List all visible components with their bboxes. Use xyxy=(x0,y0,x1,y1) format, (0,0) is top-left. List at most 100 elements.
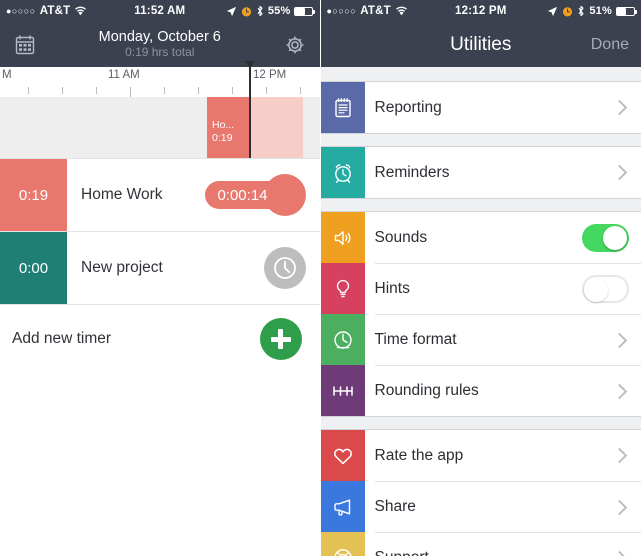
timer-total-badge: 0:00 xyxy=(0,232,67,304)
timeline-label: 11 AM xyxy=(108,69,140,81)
gear-icon[interactable] xyxy=(280,30,310,60)
timer-row-body: New project xyxy=(67,232,320,304)
done-button[interactable]: Done xyxy=(591,36,629,54)
sidebar-item-rate-the-app[interactable]: Rate the app xyxy=(320,430,641,481)
left-nav-bar: Monday, October 6 0:19 hrs total xyxy=(0,22,320,67)
ruler-icon xyxy=(320,365,365,416)
clock-icon xyxy=(320,314,365,365)
nav-title-block: Monday, October 6 0:19 hrs total xyxy=(0,29,320,60)
sidebar-item-support[interactable]: Support xyxy=(320,532,641,556)
table-row[interactable]: 0:19 Home Work 0:00:14 xyxy=(0,159,320,232)
utilities-settings-screen: ●○○○○ AT&T 12:12 PM 51% Utilities Done R… xyxy=(319,0,641,556)
sounds-toggle[interactable] xyxy=(582,223,629,252)
timeline-hour-labels: M 11 AM 12 PM xyxy=(0,67,320,87)
running-elapsed-pill: 0:00:14 xyxy=(205,181,302,209)
battery-icon xyxy=(615,6,637,16)
settings-row-body: Reporting xyxy=(375,82,641,133)
chevron-right-icon xyxy=(611,499,628,515)
timer-total-badge: 0:19 xyxy=(0,159,67,231)
chevron-right-icon xyxy=(611,164,628,181)
chevron-right-icon xyxy=(611,447,628,464)
timer-title: New project xyxy=(81,259,163,276)
life-ring-icon xyxy=(320,532,365,556)
right-nav-bar: Utilities Done xyxy=(320,22,641,67)
settings-row-body: Support xyxy=(374,532,641,556)
settings-row-body: Rounding rules xyxy=(374,365,641,416)
signal-dots-icon: ●○○○○ xyxy=(6,6,36,16)
lightbulb-icon xyxy=(320,263,365,314)
timer-controls: 0:00:14 xyxy=(205,174,306,216)
heart-icon xyxy=(320,430,365,481)
sidebar-item-rounding-rules[interactable]: Rounding rules xyxy=(320,365,641,416)
settings-group: Sounds Hints Time format Rounding rules xyxy=(320,211,641,417)
wifi-icon xyxy=(395,6,408,16)
speaker-icon xyxy=(320,212,365,263)
timeline-segment-duration: 0:19 xyxy=(212,132,233,144)
timeline-ticks xyxy=(0,87,320,97)
elapsed-label: 0:00:14 xyxy=(217,186,268,204)
battery-icon xyxy=(294,6,316,16)
settings-row-body: Hints xyxy=(374,263,641,314)
wifi-icon xyxy=(74,6,87,16)
sidebar-item-label: Reporting xyxy=(374,98,442,116)
timeline-label: M xyxy=(2,69,12,81)
bluetooth-icon xyxy=(256,5,264,17)
timeline-segment[interactable]: Ho... 0:19 xyxy=(207,97,250,158)
location-arrow-icon xyxy=(547,6,558,17)
status-right-right: 51% xyxy=(547,5,637,17)
alarm-icon xyxy=(562,6,573,17)
dual-screenshot: ●○○○○ AT&T 11:52 AM 55% Monday, October … xyxy=(0,0,641,556)
sidebar-item-time-format[interactable]: Time format xyxy=(320,314,641,365)
settings-group: Rate the app Share Support xyxy=(320,429,641,556)
timer-total-label: 0:19 xyxy=(18,186,49,204)
battery-percent-right: 51% xyxy=(589,5,612,17)
chevron-right-icon xyxy=(611,99,628,116)
sidebar-item-label: Rate the app xyxy=(374,446,464,464)
battery-percent-left: 55% xyxy=(267,5,291,17)
settings-row-body: Reminders xyxy=(375,147,641,198)
plus-icon[interactable] xyxy=(259,318,302,360)
chevron-right-icon xyxy=(611,550,628,556)
calendar-icon[interactable] xyxy=(10,30,40,60)
sidebar-item-label: Share xyxy=(374,498,416,515)
megaphone-icon xyxy=(320,481,365,532)
add-new-timer-label: Add new timer xyxy=(12,330,112,347)
clock-icon[interactable] xyxy=(263,247,306,289)
add-new-timer-row[interactable]: Add new timer xyxy=(0,305,320,373)
table-row[interactable]: 0:00 New project xyxy=(0,232,320,305)
settings-row-body: Share xyxy=(374,481,641,532)
status-bar-left: ●○○○○ AT&T 11:52 AM 55% xyxy=(0,0,320,22)
timer-controls xyxy=(263,247,306,289)
bluetooth-icon xyxy=(577,5,585,17)
timeline-track: Ho... 0:19 xyxy=(0,97,320,158)
total-hours-label: 0:19 hrs total xyxy=(125,45,195,59)
chevron-right-icon xyxy=(611,383,628,399)
timeline[interactable]: M 11 AM 12 PM Ho... 0:19 xyxy=(0,61,320,159)
status-bar-right: ●○○○○ AT&T 12:12 PM 51% xyxy=(320,0,641,22)
sidebar-item-label: Support xyxy=(375,549,429,556)
sidebar-item-label: Hints xyxy=(374,280,410,297)
sidebar-item-label: Reminders xyxy=(374,163,450,181)
timeline-segment-projected xyxy=(250,97,303,158)
sidebar-item-hints[interactable]: Hints xyxy=(320,263,641,314)
carrier-label: AT&T xyxy=(360,5,391,17)
settings-row-body: Sounds xyxy=(375,212,641,263)
sidebar-item-sounds[interactable]: Sounds xyxy=(320,212,641,263)
sidebar-item-reminders[interactable]: Reminders xyxy=(320,147,641,198)
timer-title: Home Work xyxy=(81,186,163,203)
carrier-label: AT&T xyxy=(39,5,71,17)
timeline-label: 12 PM xyxy=(253,69,287,81)
timer-total-label: 0:00 xyxy=(18,259,49,277)
timer-list-screen: ●○○○○ AT&T 11:52 AM 55% Monday, October … xyxy=(0,0,320,556)
status-right-left: 55% xyxy=(226,5,316,17)
sidebar-item-reporting[interactable]: Reporting xyxy=(320,82,641,133)
chevron-right-icon xyxy=(611,332,628,348)
hints-toggle[interactable] xyxy=(582,275,629,303)
notepad-icon xyxy=(320,82,365,133)
sidebar-item-label: Rounding rules xyxy=(374,382,479,399)
alarm-icon xyxy=(241,6,252,17)
page-title: Utilities xyxy=(450,33,512,55)
sidebar-item-label: Time format xyxy=(374,331,457,348)
settings-group: Reminders xyxy=(320,146,641,199)
sidebar-item-share[interactable]: Share xyxy=(320,481,641,532)
